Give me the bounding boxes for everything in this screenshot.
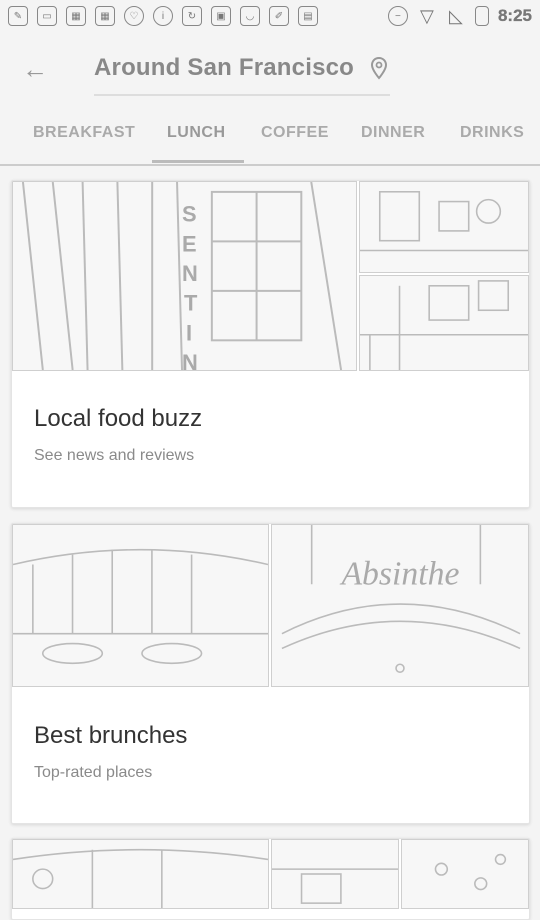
do-not-disturb-icon: − xyxy=(387,6,408,26)
tab-drinks[interactable]: DRINKS xyxy=(460,124,524,142)
image-icon: ▦ xyxy=(95,6,115,26)
card-photo xyxy=(359,181,529,273)
card-photo xyxy=(12,839,269,909)
category-tabs: BREAKFAST LUNCH COFFEE DINNER DRINKS xyxy=(0,110,540,166)
back-arrow-icon[interactable]: ← xyxy=(22,56,52,82)
svg-text:E: E xyxy=(182,231,197,256)
message-icon: ▭ xyxy=(37,6,57,26)
battery-icon xyxy=(474,6,489,26)
card-photo xyxy=(359,275,529,371)
image-icon: ▦ xyxy=(66,6,86,26)
card-title: Local food buzz xyxy=(34,405,203,432)
edit-icon: ✐ xyxy=(269,6,289,26)
title-underline xyxy=(94,94,390,96)
svg-text:I: I xyxy=(186,320,192,345)
android-icon: ◡ xyxy=(240,6,260,26)
tab-lunch[interactable]: LUNCH xyxy=(167,124,226,142)
card-photo: SEN TIN xyxy=(12,181,357,371)
system-icons: − ▽ ◺ 8:25 xyxy=(387,5,532,26)
card-photo xyxy=(401,839,529,909)
tab-breakfast[interactable]: BREAKFAST xyxy=(33,124,135,142)
location-pin-icon[interactable] xyxy=(370,56,388,80)
wrench-icon: ✎ xyxy=(8,6,28,26)
notification-icons: ✎ ▭ ▦ ▦ ♡ i ↻ ▣ ◡ ✐ ▤ xyxy=(8,6,318,26)
card-best-brunches[interactable]: Absinthe Best brunches Top-rated places xyxy=(11,523,530,824)
card-subtitle: See news and reviews xyxy=(34,447,195,464)
info-icon: i xyxy=(153,6,173,26)
sync-icon: ↻ xyxy=(182,6,202,26)
svg-text:Absinthe: Absinthe xyxy=(339,555,459,592)
wifi-icon: ▽ xyxy=(420,5,434,26)
tab-indicator xyxy=(152,160,244,163)
svg-text:N: N xyxy=(182,350,198,370)
lock-icon: ▣ xyxy=(211,6,231,26)
status-time: 8:25 xyxy=(497,6,532,25)
heart-icon: ♡ xyxy=(124,6,144,26)
card-photo xyxy=(271,839,399,909)
svg-text:N: N xyxy=(182,261,198,286)
card-photo xyxy=(12,524,269,687)
card-title: Best brunches xyxy=(34,722,188,749)
card-next[interactable] xyxy=(11,838,530,920)
svg-text:S: S xyxy=(182,202,197,227)
no-signal-icon: ◺ xyxy=(449,5,463,26)
card-local-food-buzz[interactable]: SEN TIN Local food buzz See news and rev… xyxy=(11,180,530,508)
page-title[interactable]: Around San Francisco xyxy=(94,54,354,82)
card-subtitle: Top-rated places xyxy=(34,764,153,781)
app-bar: ← Around San Francisco xyxy=(0,32,540,110)
tab-coffee[interactable]: COFFEE xyxy=(261,124,329,142)
status-bar: ✎ ▭ ▦ ▦ ♡ i ↻ ▣ ◡ ✐ ▤ − ▽ ◺ 8:25 xyxy=(0,0,540,32)
tab-dinner[interactable]: DINNER xyxy=(361,124,425,142)
card-photo: Absinthe xyxy=(271,524,529,687)
svg-text:T: T xyxy=(184,291,198,316)
briefcase-icon: ▤ xyxy=(298,6,318,26)
